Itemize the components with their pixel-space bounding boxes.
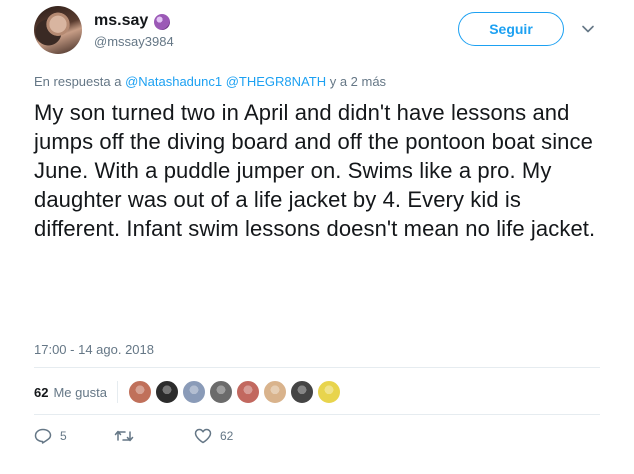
heart-icon: [194, 428, 212, 444]
liker-avatar[interactable]: [289, 380, 314, 404]
liker-avatar[interactable]: [316, 380, 341, 404]
retweet-icon: [114, 430, 134, 442]
chevron-down-icon[interactable]: [581, 22, 595, 36]
tweet-card: ms.say @mssay3984 Seguir En respuesta a …: [0, 0, 634, 474]
likes-row: 62 Me gusta: [34, 380, 344, 404]
reply-suffix[interactable]: y a 2 más: [326, 74, 386, 89]
liker-avatar[interactable]: [262, 380, 287, 404]
user-handle[interactable]: @mssay3984: [94, 34, 174, 49]
liker-avatar[interactable]: [235, 380, 260, 404]
display-name[interactable]: ms.say: [94, 12, 148, 30]
avatar[interactable]: [34, 6, 82, 54]
likes-count[interactable]: 62: [34, 385, 48, 400]
likes-label[interactable]: Me gusta: [53, 385, 106, 400]
liker-avatar[interactable]: [127, 380, 152, 404]
reply-action[interactable]: 5: [34, 428, 114, 444]
like-action[interactable]: 62: [194, 428, 274, 444]
mention-link-2[interactable]: @THEGR8NATH: [226, 74, 326, 89]
reply-icon: [34, 428, 52, 444]
divider: [34, 414, 600, 415]
liker-avatar[interactable]: [154, 380, 179, 404]
likes-separator: [116, 381, 118, 403]
divider: [34, 367, 600, 368]
crystal-ball-emoji-icon: [154, 14, 171, 30]
tweet-text: My son turned two in April and didn't ha…: [34, 100, 596, 241]
like-count: 62: [220, 429, 234, 443]
mention-link-1[interactable]: @Natashadunc1: [125, 74, 222, 89]
liker-avatar[interactable]: [181, 380, 206, 404]
tweet-actions: 5 62: [34, 428, 274, 444]
tweet-header: ms.say @mssay3984 Seguir: [34, 6, 608, 58]
tweet-timestamp[interactable]: 17:00 - 14 ago. 2018: [34, 342, 154, 357]
retweet-action[interactable]: [114, 428, 194, 444]
reply-count: 5: [60, 429, 67, 443]
reply-prefix: En respuesta a: [34, 74, 126, 89]
liker-avatar[interactable]: [208, 380, 233, 404]
reply-context: En respuesta a @Natashadunc1 @THEGR8NATH…: [34, 74, 386, 89]
follow-button[interactable]: Seguir: [458, 12, 564, 46]
name-row: ms.say: [94, 12, 171, 30]
liker-avatars: [127, 380, 344, 404]
